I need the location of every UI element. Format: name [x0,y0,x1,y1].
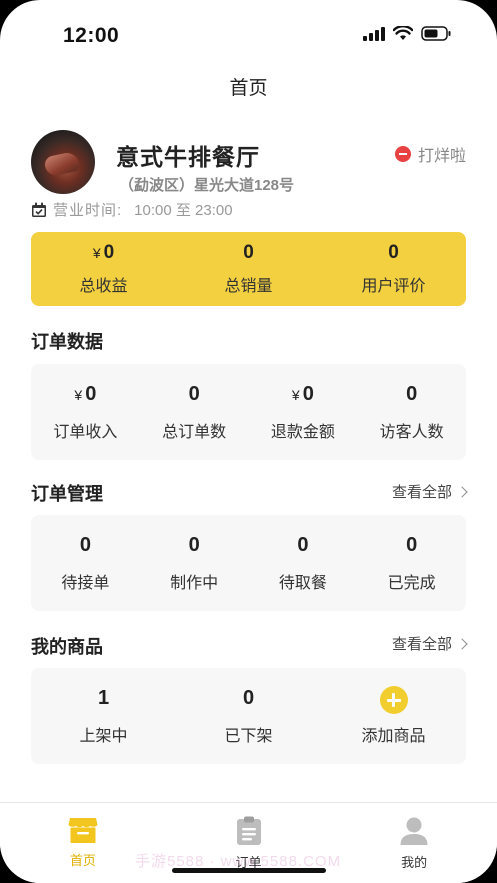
shop-status-toggle[interactable]: 打烊啦 [394,142,466,166]
summary-stat-sales[interactable]: 0 总销量 [176,232,321,306]
currency-symbol: ¥ [291,386,300,403]
completed-label: 已完成 [387,574,436,592]
calendar-icon [32,202,46,217]
visitors-label: 访客人数 [379,423,444,441]
order-income-stat[interactable]: ¥0 订单收入 [31,364,140,460]
in-progress-stat[interactable]: 0 制作中 [140,515,249,611]
tab-home-label: 首页 [69,853,96,868]
order-income-value: 0 [85,382,97,405]
chevron-right-icon [456,637,468,650]
delisted-value: 0 [242,686,255,709]
tab-profile-label: 我的 [401,855,428,870]
status-bar: 12:00 [0,0,497,60]
hours-value: 10:00 至 23:00 [134,202,233,219]
order-data-card: ¥0 订单收入 0 总订单数 ¥0 退款金额 0 访客人数 [31,364,466,460]
pending-pickup-label: 待取餐 [278,574,327,592]
revenue-label: 总收益 [79,278,128,295]
status-time: 12:00 [63,24,120,47]
add-product-label: 添加商品 [361,728,426,745]
visitors-stat[interactable]: 0 访客人数 [357,364,466,460]
currency-symbol: ¥ [92,245,101,261]
tab-home[interactable]: 首页 [0,803,166,883]
plus-circle-icon [379,686,408,714]
products-see-all[interactable]: 查看全部 [391,633,468,654]
stat-value: ¥0 [74,383,96,409]
currency-symbol: ¥ [74,386,83,403]
pending-accept-value: 0 [79,533,91,556]
shop-header: 意式牛排餐厅 （勐波区）星光大道128号 打烊啦 [31,130,466,202]
chevron-right-icon [456,485,468,498]
listed-value: 1 [97,686,110,709]
listed-label: 上架中 [79,727,128,745]
add-product-button[interactable]: 添加商品 [321,668,466,764]
see-all-label: 查看全部 [391,484,452,501]
delisted-label: 已下架 [224,727,273,745]
minus-circle-icon [394,146,411,162]
signal-icon [363,26,385,41]
refund-amount-stat[interactable]: ¥0 退款金额 [249,364,358,460]
shop-name: 意式牛排餐厅 [116,144,260,170]
shop-avatar[interactable] [31,130,95,194]
listed-stat[interactable]: 1 上架中 [31,668,176,764]
business-hours: 营业时间: 10:00 至 23:00 [31,199,233,220]
home-indicator[interactable] [172,868,326,873]
order-income-label: 订单收入 [53,423,118,441]
completed-value: 0 [406,533,418,556]
phone-screen: 12:00 首页 意式牛排餐厅 （勐波区）星光大道128号 打烊啦 营业时间: … [0,0,497,883]
in-progress-label: 制作中 [170,574,219,592]
clipboard-icon [236,816,261,845]
wifi-icon [393,26,413,40]
total-orders-value: 0 [188,382,200,405]
pending-pickup-stat[interactable]: 0 待取餐 [249,515,358,611]
refund-amount-value: 0 [302,382,314,405]
total-orders-label: 总订单数 [162,423,227,441]
summary-card: ¥0 总收益 0 总销量 0 用户评价 [31,232,466,306]
stat-value: ¥0 [93,242,114,268]
refund-amount-label: 退款金额 [270,423,335,441]
shop-status-label: 打烊啦 [417,148,466,165]
summary-stat-revenue[interactable]: ¥0 总收益 [31,232,176,306]
order-manage-title: 订单管理 [31,484,103,504]
revenue-value: 0 [103,242,115,263]
products-card: 1 上架中 0 已下架 添加商品 [31,668,466,764]
pending-accept-label: 待接单 [61,574,110,592]
status-icons [363,26,451,41]
sales-value: 0 [243,242,254,263]
completed-stat[interactable]: 0 已完成 [357,515,466,611]
in-progress-value: 0 [188,533,200,556]
reviews-value: 0 [388,242,399,263]
pending-pickup-value: 0 [297,533,309,556]
order-manage-card: 0 待接单 0 制作中 0 待取餐 0 已完成 [31,515,466,611]
tab-profile[interactable]: 我的 [331,803,497,883]
see-all-label: 查看全部 [391,636,452,653]
stat-value: ¥0 [292,383,314,409]
store-icon [68,818,98,843]
visitors-value: 0 [406,382,418,405]
battery-icon [421,26,451,41]
shop-address: （勐波区）星光大道128号 [119,177,295,194]
summary-stat-reviews[interactable]: 0 用户评价 [321,232,466,306]
reviews-label: 用户评价 [361,278,426,295]
total-orders-stat[interactable]: 0 总订单数 [140,364,249,460]
hours-label: 营业时间: [53,202,123,219]
user-icon [400,817,428,845]
pending-accept-stat[interactable]: 0 待接单 [31,515,140,611]
sales-label: 总销量 [224,278,273,295]
order-data-title: 订单数据 [31,332,103,352]
order-manage-see-all[interactable]: 查看全部 [391,481,468,502]
delisted-stat[interactable]: 0 已下架 [176,668,321,764]
page-title: 首页 [229,78,268,99]
products-title: 我的商品 [31,637,103,657]
